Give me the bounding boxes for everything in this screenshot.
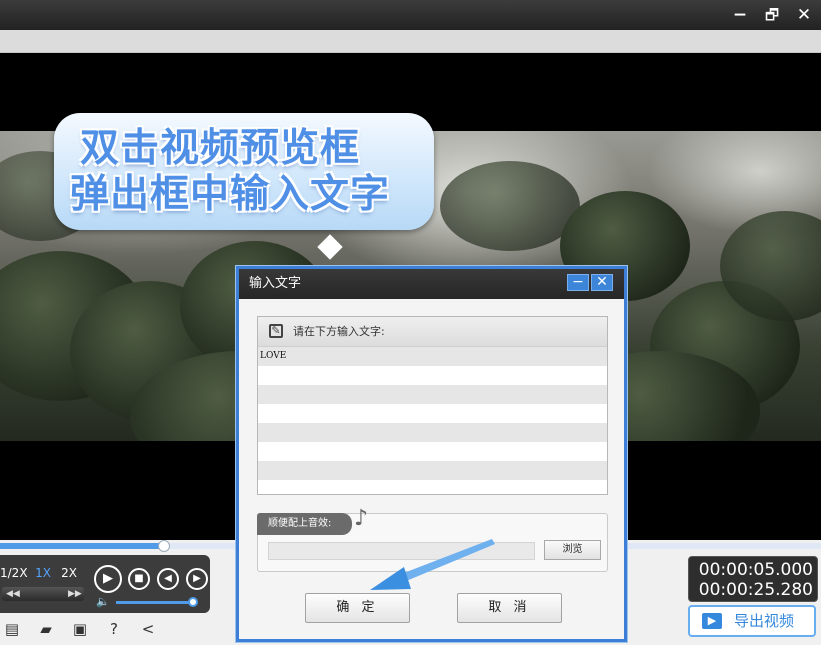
text-input-prompt: 请在下方输入文字:	[293, 325, 385, 338]
sound-effect-tag: 顺便配上音效:	[257, 513, 352, 535]
caption-line-1: 双击视频预览框	[80, 126, 361, 171]
volume-slider[interactable]	[116, 601, 192, 604]
previous-frame-button[interactable]: ◀	[157, 568, 179, 590]
caption-bubble: 双击视频预览框 弹出框中输入文字	[54, 113, 434, 230]
share-icon[interactable]: <	[138, 619, 158, 639]
new-file-icon[interactable]: ▤	[2, 619, 22, 639]
title-bar: − 🗗 ✕	[0, 0, 821, 30]
entered-text[interactable]: LOVE	[260, 350, 286, 362]
video-editor-window: − 🗗 ✕ 双击视频预览框 弹出框中输入文字 1/2X 1X 2X ◀◀ ▶▶ …	[0, 0, 821, 645]
next-frame-button[interactable]: ▶	[186, 568, 208, 590]
dialog-title-bar: 输入文字 − ✕	[239, 269, 624, 299]
open-folder-icon[interactable]: ▰	[36, 619, 56, 639]
help-icon[interactable]: ?	[104, 619, 124, 639]
forward-icon: ▶▶	[68, 589, 82, 599]
text-input-header: ✎ 请在下方输入文字:	[258, 317, 607, 347]
total-time: 00:00:25.280	[698, 580, 813, 600]
volume-icon: 🔈	[96, 595, 110, 608]
play-button[interactable]: ▶	[94, 565, 122, 593]
export-icon: ▶	[702, 613, 722, 629]
volume-handle[interactable]	[188, 597, 198, 607]
playback-controls: 1/2X 1X 2X ◀◀ ▶▶ ▶ ■ ◀ ▶ 🔈	[0, 555, 210, 613]
speed-1x-button[interactable]: 1X	[32, 563, 54, 583]
export-video-button[interactable]: ▶ 导出视频	[688, 605, 816, 637]
sound-effect-label: 顺便配上音效:	[268, 518, 332, 529]
stop-button[interactable]: ■	[128, 568, 150, 590]
progress-handle[interactable]	[158, 540, 170, 552]
caption-line-2: 弹出框中输入文字	[70, 172, 391, 217]
frame-step-bar[interactable]: ◀◀ ▶▶	[2, 587, 84, 601]
dialog-close-button[interactable]: ✕	[591, 274, 613, 291]
current-time: 00:00:05.000	[698, 560, 813, 580]
bottom-toolbar: ▤ ▰ ▣ ? <	[0, 616, 230, 642]
timecode-display: 00:00:05.000 00:00:25.280	[688, 556, 818, 602]
close-button[interactable]: ✕	[792, 3, 816, 27]
text-input-area[interactable]: ✎ 请在下方输入文字: LOVE	[257, 316, 608, 495]
confirm-button[interactable]: 确 定	[305, 593, 410, 623]
dialog-title: 输入文字	[249, 276, 302, 291]
rewind-icon: ◀◀	[6, 589, 20, 599]
restore-button[interactable]: 🗗	[760, 3, 784, 27]
browse-button[interactable]: 浏览	[544, 540, 601, 560]
dialog-minimize-button[interactable]: −	[567, 274, 589, 291]
progress-fill	[0, 543, 164, 549]
minimize-button[interactable]: −	[728, 3, 752, 27]
edit-icon: ✎	[269, 324, 283, 338]
music-note-icon: ♪	[354, 506, 369, 531]
sound-effect-section: 顺便配上音效: ♪ 浏览	[257, 506, 608, 572]
sound-file-input[interactable]	[268, 542, 535, 560]
speed-2x-button[interactable]: 2X	[58, 563, 80, 583]
export-label: 导出视频	[734, 612, 795, 630]
save-icon[interactable]: ▣	[70, 619, 90, 639]
menu-strip	[0, 30, 821, 53]
speed-half-button[interactable]: 1/2X	[0, 563, 28, 583]
cancel-button[interactable]: 取 消	[457, 593, 562, 623]
input-text-dialog: 输入文字 − ✕ ✎ 请在下方输入文字: LOVE 顺便配上音效: ♪ 浏览 确…	[236, 266, 627, 642]
